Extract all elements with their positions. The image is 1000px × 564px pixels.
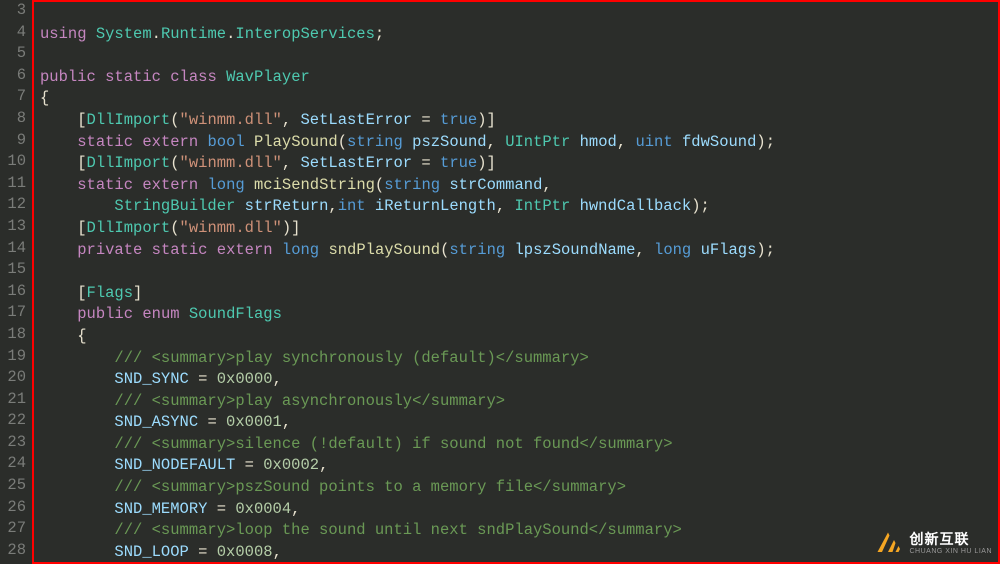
code-line[interactable]: /// <summary>silence (!default) if sound…: [40, 434, 998, 456]
code-line[interactable]: /// <summary>play synchronously (default…: [40, 348, 998, 370]
code-line[interactable]: [DllImport("winmm.dll", SetLastError = t…: [40, 153, 998, 175]
line-number: 19: [0, 346, 32, 368]
line-number: 3: [0, 0, 32, 22]
code-line[interactable]: public enum SoundFlags: [40, 304, 998, 326]
line-number: 4: [0, 22, 32, 44]
line-number: 22: [0, 410, 32, 432]
line-number: 5: [0, 43, 32, 65]
code-line[interactable]: StringBuilder strReturn,int iReturnLengt…: [40, 196, 998, 218]
code-line[interactable]: [40, 45, 998, 67]
line-number: 23: [0, 432, 32, 454]
watermark-subtitle: CHUANG XIN HU LIAN: [909, 548, 992, 555]
code-line[interactable]: private static extern long sndPlaySound(…: [40, 240, 998, 262]
code-line[interactable]: public static class WavPlayer: [40, 67, 998, 89]
code-line[interactable]: using System.Runtime.InteropServices;: [40, 24, 998, 46]
code-line[interactable]: static extern long mciSendString(string …: [40, 175, 998, 197]
line-number: 12: [0, 194, 32, 216]
code-line[interactable]: SND_MEMORY = 0x0004,: [40, 499, 998, 521]
line-number: 6: [0, 65, 32, 87]
line-number: 17: [0, 302, 32, 324]
code-line[interactable]: SND_ASYNC = 0x0001,: [40, 412, 998, 434]
code-line[interactable]: [DllImport("winmm.dll")]: [40, 218, 998, 240]
line-number: 15: [0, 259, 32, 281]
line-number: 8: [0, 108, 32, 130]
code-line[interactable]: {: [40, 326, 998, 348]
watermark: 创新互联 CHUANG XIN HU LIAN: [873, 528, 992, 558]
code-line[interactable]: SND_LOOP = 0x0008,: [40, 542, 998, 564]
line-number-gutter: 3456789101112131415161718192021222324252…: [0, 0, 32, 564]
code-line[interactable]: [DllImport("winmm.dll", SetLastError = t…: [40, 110, 998, 132]
line-number: 18: [0, 324, 32, 346]
code-line[interactable]: SND_SYNC = 0x0000,: [40, 369, 998, 391]
watermark-logo-icon: [873, 528, 903, 558]
line-number: 10: [0, 151, 32, 173]
code-line[interactable]: [40, 261, 998, 283]
line-number: 14: [0, 238, 32, 260]
code-line[interactable]: /// <summary>loop the sound until next s…: [40, 520, 998, 542]
code-line[interactable]: static extern bool PlaySound(string pszS…: [40, 132, 998, 154]
watermark-title: 创新互联: [909, 532, 992, 546]
line-number: 7: [0, 86, 32, 108]
code-line[interactable]: SND_NODEFAULT = 0x0002,: [40, 455, 998, 477]
code-content[interactable]: using System.Runtime.InteropServices; pub…: [34, 2, 998, 563]
code-line[interactable]: /// <summary>play asynchronously</summar…: [40, 391, 998, 413]
line-number: 20: [0, 367, 32, 389]
line-number: 11: [0, 173, 32, 195]
line-number: 27: [0, 518, 32, 540]
code-line[interactable]: [40, 2, 998, 24]
code-line[interactable]: /// <summary>pszSound points to a memory…: [40, 477, 998, 499]
code-line[interactable]: {: [40, 88, 998, 110]
line-number: 25: [0, 475, 32, 497]
line-number: 9: [0, 130, 32, 152]
line-number: 13: [0, 216, 32, 238]
code-line[interactable]: [Flags]: [40, 283, 998, 305]
line-number: 21: [0, 389, 32, 411]
code-editor[interactable]: 3456789101112131415161718192021222324252…: [0, 0, 1000, 564]
code-area-selection: using System.Runtime.InteropServices; pub…: [32, 0, 1000, 564]
line-number: 24: [0, 453, 32, 475]
line-number: 26: [0, 497, 32, 519]
line-number: 16: [0, 281, 32, 303]
line-number: 28: [0, 540, 32, 562]
